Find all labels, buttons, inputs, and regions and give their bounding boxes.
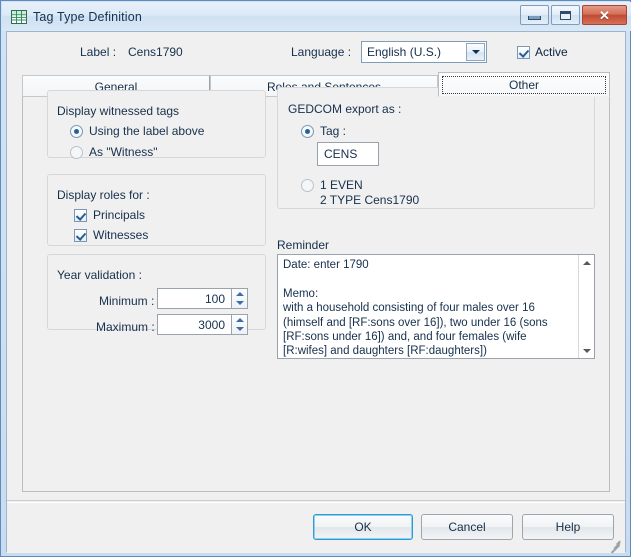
triangle-down-icon xyxy=(236,327,244,331)
active-checkbox-label: Active xyxy=(535,45,568,59)
caret-down-shape xyxy=(472,50,480,54)
group-display-witnessed-tags-title: Display witnessed tags xyxy=(57,104,179,118)
maximum-stepper[interactable] xyxy=(231,314,248,335)
chevron-down-icon[interactable] xyxy=(466,43,485,61)
dialog-footer: OK Cancel Help xyxy=(7,500,625,553)
radio-using-the-label-above[interactable]: Using the label above xyxy=(70,124,204,138)
triangle-down-icon xyxy=(583,349,591,353)
stepper-down-button[interactable] xyxy=(232,299,247,309)
title-bar: Tag Type Definition ✕ xyxy=(2,2,631,31)
triangle-up-icon xyxy=(236,292,244,296)
radio-using-the-label-above-label: Using the label above xyxy=(89,124,204,138)
resize-grip-icon[interactable] xyxy=(610,539,622,551)
group-display-roles-for-title: Display roles for : xyxy=(57,188,150,202)
ok-button[interactable]: OK xyxy=(313,514,413,540)
radio-unselected-icon xyxy=(70,146,83,159)
window-frame: Tag Type Definition ✕ Label : Cens1790 L… xyxy=(0,0,631,557)
minimize-icon xyxy=(528,16,541,20)
language-select[interactable]: English (U.S.) xyxy=(361,41,487,63)
minimum-stepper[interactable] xyxy=(231,288,248,309)
window-controls: ✕ xyxy=(520,5,627,25)
checkbox-witnesses[interactable]: Witnesses xyxy=(74,228,148,242)
stepper-up-button[interactable] xyxy=(232,289,247,299)
minimize-button[interactable] xyxy=(520,5,549,25)
radio-as-witness[interactable]: As "Witness" xyxy=(70,145,158,159)
triangle-down-icon xyxy=(236,301,244,305)
scroll-up-button[interactable] xyxy=(579,255,594,270)
checkmark-icon xyxy=(74,209,87,222)
window-title: Tag Type Definition xyxy=(33,10,142,24)
tag-type-definition-dialog: Tag Type Definition ✕ Label : Cens1790 L… xyxy=(0,0,631,557)
active-checkbox[interactable]: Active xyxy=(517,45,568,59)
gedcom-tag-input-value: CENS xyxy=(324,147,357,161)
radio-gedcom-tag[interactable]: Tag : xyxy=(301,124,346,138)
header-row: Label : Cens1790 Language : English (U.S… xyxy=(7,32,627,72)
radio-unselected-icon xyxy=(301,179,314,192)
reminder-scrollbar[interactable] xyxy=(578,255,594,358)
help-button-label: Help xyxy=(556,520,581,534)
close-button[interactable]: ✕ xyxy=(582,5,627,25)
help-button[interactable]: Help xyxy=(522,514,614,540)
language-caption: Language : xyxy=(291,45,351,59)
radio-gedcom-even-label: 1 EVEN xyxy=(320,178,363,192)
minimum-label: Minimum : xyxy=(99,294,154,308)
group-gedcom-export-title: GEDCOM export as : xyxy=(288,102,401,116)
maximum-input-value: 3000 xyxy=(198,318,225,332)
radio-as-witness-label: As "Witness" xyxy=(89,145,158,159)
maximize-icon xyxy=(560,11,571,20)
gedcom-even-line2: 2 TYPE Cens1790 xyxy=(320,193,419,207)
gedcom-tag-input[interactable]: CENS xyxy=(317,142,379,166)
maximize-button[interactable] xyxy=(551,5,580,25)
radio-gedcom-tag-label: Tag : xyxy=(320,124,346,138)
reminder-label: Reminder xyxy=(277,238,329,252)
cancel-button-label: Cancel xyxy=(448,520,485,534)
minimum-input[interactable]: 100 xyxy=(157,288,232,309)
table-grid-icon xyxy=(11,9,27,25)
dialog-body: Label : Cens1790 Language : English (U.S… xyxy=(6,31,626,552)
triangle-up-icon xyxy=(583,261,591,265)
checkbox-witnesses-label: Witnesses xyxy=(93,228,148,242)
triangle-up-icon xyxy=(236,318,244,322)
scroll-down-button[interactable] xyxy=(579,343,594,358)
radio-selected-icon xyxy=(301,125,314,138)
ok-button-label: OK xyxy=(354,520,371,534)
maximum-label: Maximum : xyxy=(96,320,155,334)
reminder-textarea[interactable]: Date: enter 1790 Memo: with a household … xyxy=(277,254,595,359)
label-caption: Label : xyxy=(80,45,116,59)
radio-gedcom-even[interactable]: 1 EVEN xyxy=(301,178,363,192)
radio-selected-icon xyxy=(70,125,83,138)
stepper-up-button[interactable] xyxy=(232,315,247,325)
checkmark-icon xyxy=(74,229,87,242)
maximum-input[interactable]: 3000 xyxy=(157,314,232,335)
tab-other-label: Other xyxy=(509,78,539,92)
reminder-text: Date: enter 1790 Memo: with a household … xyxy=(283,258,571,359)
checkmark-icon xyxy=(517,46,530,59)
language-select-value: English (U.S.) xyxy=(362,45,441,59)
stepper-down-button[interactable] xyxy=(232,325,247,335)
cancel-button[interactable]: Cancel xyxy=(421,514,513,540)
close-icon: ✕ xyxy=(599,9,610,22)
checkbox-principals[interactable]: Principals xyxy=(74,208,145,222)
checkbox-principals-label: Principals xyxy=(93,208,145,222)
label-value: Cens1790 xyxy=(128,45,183,59)
minimum-input-value: 100 xyxy=(205,292,225,306)
group-year-validation-title: Year validation : xyxy=(57,268,142,282)
tab-other[interactable]: Other xyxy=(438,72,610,97)
